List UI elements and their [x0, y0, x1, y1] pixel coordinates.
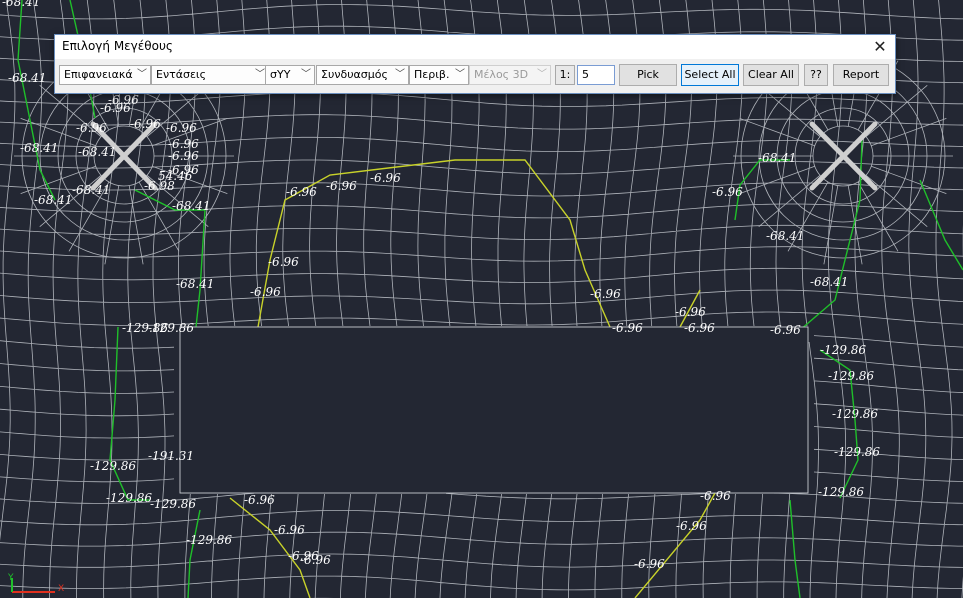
stress-value-label: -6.96: [675, 305, 706, 319]
report-button[interactable]: Report: [833, 64, 889, 86]
stress-value-label: -6.96: [100, 101, 131, 115]
stress-value-label: -68.41: [20, 141, 58, 155]
chevron-down-icon: ﹀: [537, 69, 547, 80]
stress-value-label: -6.96: [286, 185, 317, 199]
dialog-titlebar: Επιλογή Μεγέθους ✕: [55, 35, 895, 59]
chevron-down-icon: ﹀: [255, 69, 265, 80]
member-3d-select: Μέλος 3D ﹀: [469, 65, 551, 85]
stress-value-label: -6.96: [712, 185, 743, 199]
stress-value-label: -68.41: [810, 275, 848, 289]
stress-value-label: -129.86: [832, 407, 878, 421]
stress-value-label: -6.96: [684, 321, 715, 335]
select-all-button[interactable]: Select All: [681, 64, 739, 86]
chevron-down-icon: ﹀: [395, 69, 405, 80]
surface-type-value: Επιφανειακά: [64, 68, 133, 81]
stress-value-label: -129.86: [148, 321, 194, 335]
axis-x-label: X: [58, 584, 64, 594]
chevron-down-icon: ﹀: [455, 69, 465, 80]
axis-y-label: Y: [7, 573, 14, 583]
stress-value-label: -6.96: [370, 171, 401, 185]
envelope-value: Περιβ.: [414, 68, 450, 81]
stress-value-label: -6.96: [770, 323, 801, 337]
stress-value-label: -6.96: [268, 255, 299, 269]
stress-value-label: -68.41: [766, 229, 804, 243]
stress-value-label: -129.86: [834, 445, 880, 459]
close-icon[interactable]: ✕: [865, 35, 895, 59]
stress-value-label: -6.96: [250, 285, 281, 299]
scale-input[interactable]: 5: [577, 65, 615, 85]
clear-all-button[interactable]: Clear All: [743, 64, 799, 86]
stress-value-label: -68.41: [172, 199, 210, 213]
stress-value-label: -129.86: [106, 491, 152, 505]
stress-value-label: -6.96: [590, 287, 621, 301]
stress-value-label: -129.86: [828, 369, 874, 383]
stress-value-label: -6.96: [168, 149, 199, 163]
envelope-select[interactable]: Περιβ. ﹀: [409, 65, 469, 85]
surface-type-select[interactable]: Επιφανειακά ﹀: [59, 65, 151, 85]
stress-value-label: -68.41: [8, 71, 46, 85]
stress-value-label: -129.86: [818, 485, 864, 499]
member-3d-value: Μέλος 3D: [474, 68, 529, 81]
combination-value: Συνδυασμός: [321, 68, 388, 81]
quantity-select[interactable]: Εντάσεις ﹀: [151, 65, 269, 85]
chevron-down-icon: ﹀: [137, 69, 147, 80]
stress-value-label: -129.86: [186, 533, 232, 547]
stress-value-label: -6.96: [676, 519, 707, 533]
stress-value-label: -6.96: [700, 489, 731, 503]
help-button[interactable]: ??: [804, 64, 828, 86]
chevron-down-icon: ﹀: [301, 69, 311, 80]
stress-value-label: -68.41: [2, 0, 40, 9]
component-select[interactable]: σYY ﹀: [265, 65, 315, 85]
stress-value-label: -6.96: [130, 117, 161, 131]
stress-value-label: -129.86: [90, 459, 136, 473]
stress-value-label: -129.86: [820, 343, 866, 357]
stress-value-label: -6.96: [612, 321, 643, 335]
stress-value-label: -68.41: [34, 193, 72, 207]
component-value: σYY: [270, 68, 291, 81]
stress-value-label: -191.31: [148, 449, 194, 463]
dialog-toolbar: Επιφανειακά ﹀ Εντάσεις ﹀ σYY ﹀ Συνδυασμός ﹀ …: [55, 62, 895, 88]
stress-value-label: -6.96: [244, 493, 275, 507]
quantity-selection-dialog: Επιλογή Μεγέθους ✕ Επιφανειακά ﹀ Εντάσεις…: [54, 34, 896, 94]
stress-value-label: -129.86: [150, 497, 196, 511]
opening-region: [179, 326, 809, 494]
stress-value-label: -6.96: [166, 121, 197, 135]
quantity-value: Εντάσεις: [156, 68, 207, 81]
stress-value-label: -6.96: [300, 553, 331, 567]
stress-value-label: -6.96: [634, 557, 665, 571]
stress-value-label: -6.96: [76, 121, 107, 135]
combination-select[interactable]: Συνδυασμός ﹀: [316, 65, 409, 85]
stress-value-label: -68.41: [72, 183, 110, 197]
stress-value-label: -6.96: [326, 179, 357, 193]
pick-button[interactable]: Pick: [619, 64, 677, 86]
dialog-title: Επιλογή Μεγέθους: [62, 39, 173, 53]
scale-label: 1:: [555, 65, 575, 85]
stress-value-label: -68.41: [78, 145, 116, 159]
stress-value-label: -68.41: [176, 277, 214, 291]
stress-value-label: -6.98: [144, 179, 175, 193]
stress-value-label: -6.96: [274, 523, 305, 537]
stress-value-label: -68.41: [758, 151, 796, 165]
